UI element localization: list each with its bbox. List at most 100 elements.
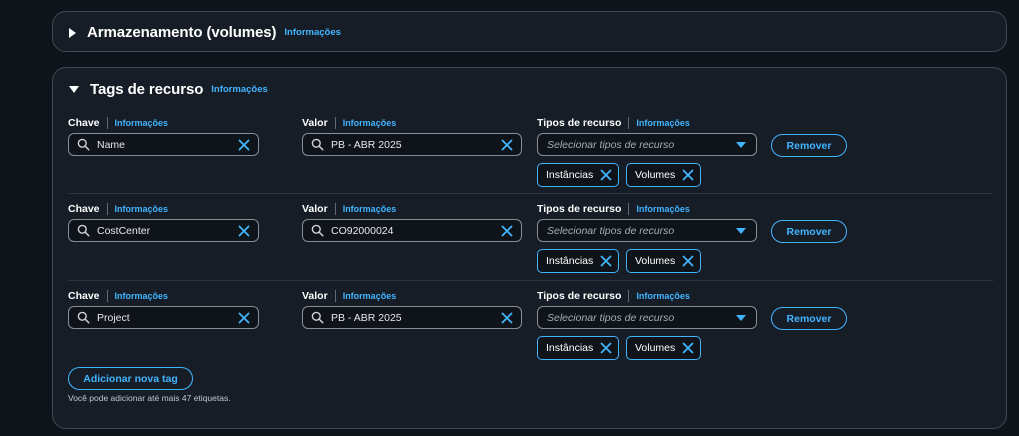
value-info-link[interactable]: Informações — [343, 291, 397, 301]
resource-types-select[interactable]: Selecionar tipos de recurso — [537, 306, 757, 329]
value-label-group: Valor Informações — [302, 117, 396, 129]
token-label: Volumes — [635, 169, 676, 181]
clear-icon[interactable] — [238, 139, 250, 151]
resource-types-label-group: Tipos de recurso Informações — [537, 290, 690, 302]
value-label-group: Valor Informações — [302, 290, 396, 302]
remove-tag-button[interactable]: Remover — [771, 220, 847, 243]
label-divider — [106, 290, 108, 302]
resource-types-select[interactable]: Selecionar tipos de recurso — [537, 133, 757, 156]
tag-limit-helper: Você pode adicionar até mais 47 etiqueta… — [68, 393, 231, 403]
token-remove-icon[interactable] — [682, 255, 694, 267]
resource-types-label-group: Tipos de recurso Informações — [537, 117, 690, 129]
tags-info-link[interactable]: Informações — [211, 84, 268, 95]
resource-token: Volumes — [626, 249, 702, 273]
token-remove-icon[interactable] — [682, 169, 694, 181]
value-input[interactable]: PB - ABR 2025 — [302, 133, 522, 156]
key-label-group: Chave Informações — [68, 117, 168, 129]
resource-types-label: Tipos de recurso — [537, 203, 622, 215]
clear-icon[interactable] — [238, 225, 250, 237]
resource-types-label: Tipos de recurso — [537, 117, 622, 129]
key-input[interactable]: Name — [68, 133, 259, 156]
resource-token: Instâncias — [537, 336, 620, 360]
caret-right-icon[interactable] — [69, 27, 76, 38]
label-divider — [334, 290, 336, 302]
key-label: Chave — [68, 290, 100, 302]
key-label-group: Chave Informações — [68, 203, 168, 215]
resource-token: Volumes — [626, 336, 702, 360]
resource-types-info-link[interactable]: Informações — [636, 204, 690, 214]
resource-types-placeholder: Selecionar tipos de recurso — [547, 138, 675, 151]
value-info-link[interactable]: Informações — [343, 118, 397, 128]
token-label: Instâncias — [546, 169, 594, 181]
clear-icon[interactable] — [501, 225, 513, 237]
value-input[interactable]: CO92000024 — [302, 219, 522, 242]
resource-types-label-group: Tipos de recurso Informações — [537, 203, 690, 215]
value-label-group: Valor Informações — [302, 203, 396, 215]
clear-icon[interactable] — [501, 312, 513, 324]
search-icon — [311, 311, 324, 324]
search-icon — [77, 138, 90, 151]
key-label: Chave — [68, 203, 100, 215]
value-info-link[interactable]: Informações — [343, 204, 397, 214]
resource-types-label: Tipos de recurso — [537, 290, 622, 302]
resource-types-info-link[interactable]: Informações — [636, 291, 690, 301]
label-divider — [628, 290, 630, 302]
key-label-group: Chave Informações — [68, 290, 168, 302]
token-label: Instâncias — [546, 255, 594, 267]
resource-types-select[interactable]: Selecionar tipos de recurso — [537, 219, 757, 242]
token-remove-icon[interactable] — [600, 255, 612, 267]
resource-types-placeholder: Selecionar tipos de recurso — [547, 224, 675, 237]
dropdown-icon[interactable] — [736, 141, 746, 148]
token-label: Volumes — [635, 342, 676, 354]
resource-tags-panel: Tags de recurso Informações Chave Inform… — [52, 67, 1007, 429]
search-icon — [311, 138, 324, 151]
key-input[interactable]: CostCenter — [68, 219, 259, 242]
token-remove-icon[interactable] — [600, 169, 612, 181]
value-input-value: PB - ABR 2025 — [331, 138, 402, 151]
key-label: Chave — [68, 117, 100, 129]
key-info-link[interactable]: Informações — [115, 204, 169, 214]
dropdown-icon[interactable] — [736, 314, 746, 321]
value-label: Valor — [302, 203, 328, 215]
label-divider — [106, 203, 108, 215]
value-label: Valor — [302, 117, 328, 129]
token-remove-icon[interactable] — [600, 342, 612, 354]
row-separator — [68, 193, 993, 194]
label-divider — [334, 203, 336, 215]
key-input-value: Name — [97, 138, 126, 151]
tags-panel-header[interactable]: Tags de recurso Informações — [69, 81, 268, 98]
tags-panel-title[interactable]: Tags de recurso — [90, 81, 203, 98]
clear-icon[interactable] — [501, 139, 513, 151]
remove-tag-button[interactable]: Remover — [771, 134, 847, 157]
label-divider — [334, 117, 336, 129]
key-input-value: CostCenter — [97, 224, 151, 237]
storage-info-link[interactable]: Informações — [284, 27, 341, 38]
search-icon — [77, 224, 90, 237]
clear-icon[interactable] — [238, 312, 250, 324]
label-divider — [106, 117, 108, 129]
caret-down-icon[interactable] — [69, 86, 79, 93]
search-icon — [311, 224, 324, 237]
storage-panel-header[interactable]: Armazenamento (volumes) Informações — [69, 24, 341, 41]
add-tag-button[interactable]: Adicionar nova tag — [68, 367, 193, 390]
value-input[interactable]: PB - ABR 2025 — [302, 306, 522, 329]
storage-volumes-panel: Armazenamento (volumes) Informações — [52, 11, 1007, 52]
resource-token: Instâncias — [537, 163, 620, 187]
resource-token: Volumes — [626, 163, 702, 187]
token-label: Instâncias — [546, 342, 594, 354]
dropdown-icon[interactable] — [736, 227, 746, 234]
value-input-value: PB - ABR 2025 — [331, 311, 402, 324]
label-divider — [628, 203, 630, 215]
key-input[interactable]: Project — [68, 306, 259, 329]
remove-tag-button[interactable]: Remover — [771, 307, 847, 330]
resource-token: Instâncias — [537, 249, 620, 273]
key-info-link[interactable]: Informações — [115, 118, 169, 128]
storage-panel-title[interactable]: Armazenamento (volumes) — [87, 24, 277, 41]
value-input-value: CO92000024 — [331, 224, 394, 237]
key-info-link[interactable]: Informações — [115, 291, 169, 301]
token-label: Volumes — [635, 255, 676, 267]
search-icon — [77, 311, 90, 324]
token-remove-icon[interactable] — [682, 342, 694, 354]
resource-types-info-link[interactable]: Informações — [636, 118, 690, 128]
row-separator — [68, 280, 993, 281]
